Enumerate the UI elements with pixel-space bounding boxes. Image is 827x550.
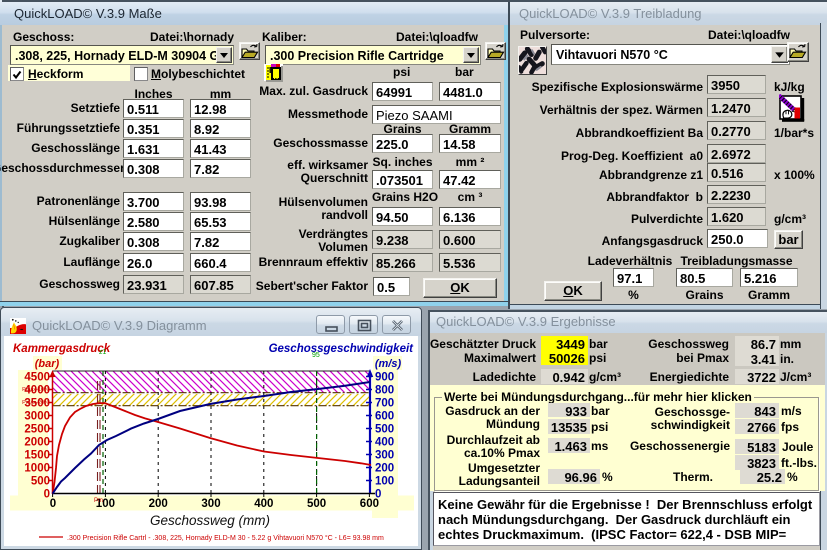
svg-text:800: 800 [375, 385, 394, 397]
svg-text:1000: 1000 [24, 463, 50, 475]
svg-text:(bar): (bar) [35, 358, 60, 370]
svg-text:Pm: Pm [94, 498, 103, 504]
svg-text:2500: 2500 [24, 424, 50, 436]
svg-text:300: 300 [375, 450, 394, 462]
svg-text:4000: 4000 [24, 385, 50, 397]
svg-text:Kammergasdruck: Kammergasdruck [13, 343, 111, 355]
svg-text:500: 500 [307, 498, 326, 510]
svg-text:2000: 2000 [24, 437, 50, 449]
svg-text:0: 0 [50, 498, 56, 510]
svg-text:500: 500 [375, 424, 394, 436]
svg-text:200: 200 [149, 498, 168, 510]
svg-text:100: 100 [375, 476, 394, 488]
svg-text:700: 700 [375, 398, 394, 410]
svg-text:200: 200 [375, 463, 394, 475]
svg-text:4500: 4500 [24, 372, 50, 384]
svg-text:400: 400 [254, 498, 273, 510]
svg-text:Geschossweg (mm): Geschossweg (mm) [150, 513, 270, 528]
svg-text:900: 900 [375, 372, 394, 384]
svg-text:3500: 3500 [24, 398, 50, 410]
svg-text:z1: z1 [99, 349, 107, 356]
svg-text:300: 300 [201, 498, 220, 510]
svg-text:3000: 3000 [24, 411, 50, 423]
svg-text:.300 Precision Rifle Cartrl -: .300 Precision Rifle Cartrl - .308, 225,… [67, 534, 384, 542]
svg-text:600: 600 [360, 498, 379, 510]
svg-text:600: 600 [375, 411, 394, 423]
svg-text:95: 95 [312, 352, 320, 359]
svg-text:1500: 1500 [24, 450, 50, 462]
svg-text:Geschossgeschwindigkeit: Geschossgeschwindigkeit [269, 343, 415, 355]
svg-text:400: 400 [375, 437, 394, 449]
svg-text:500: 500 [31, 476, 50, 488]
svg-text:(m/s): (m/s) [375, 358, 402, 370]
